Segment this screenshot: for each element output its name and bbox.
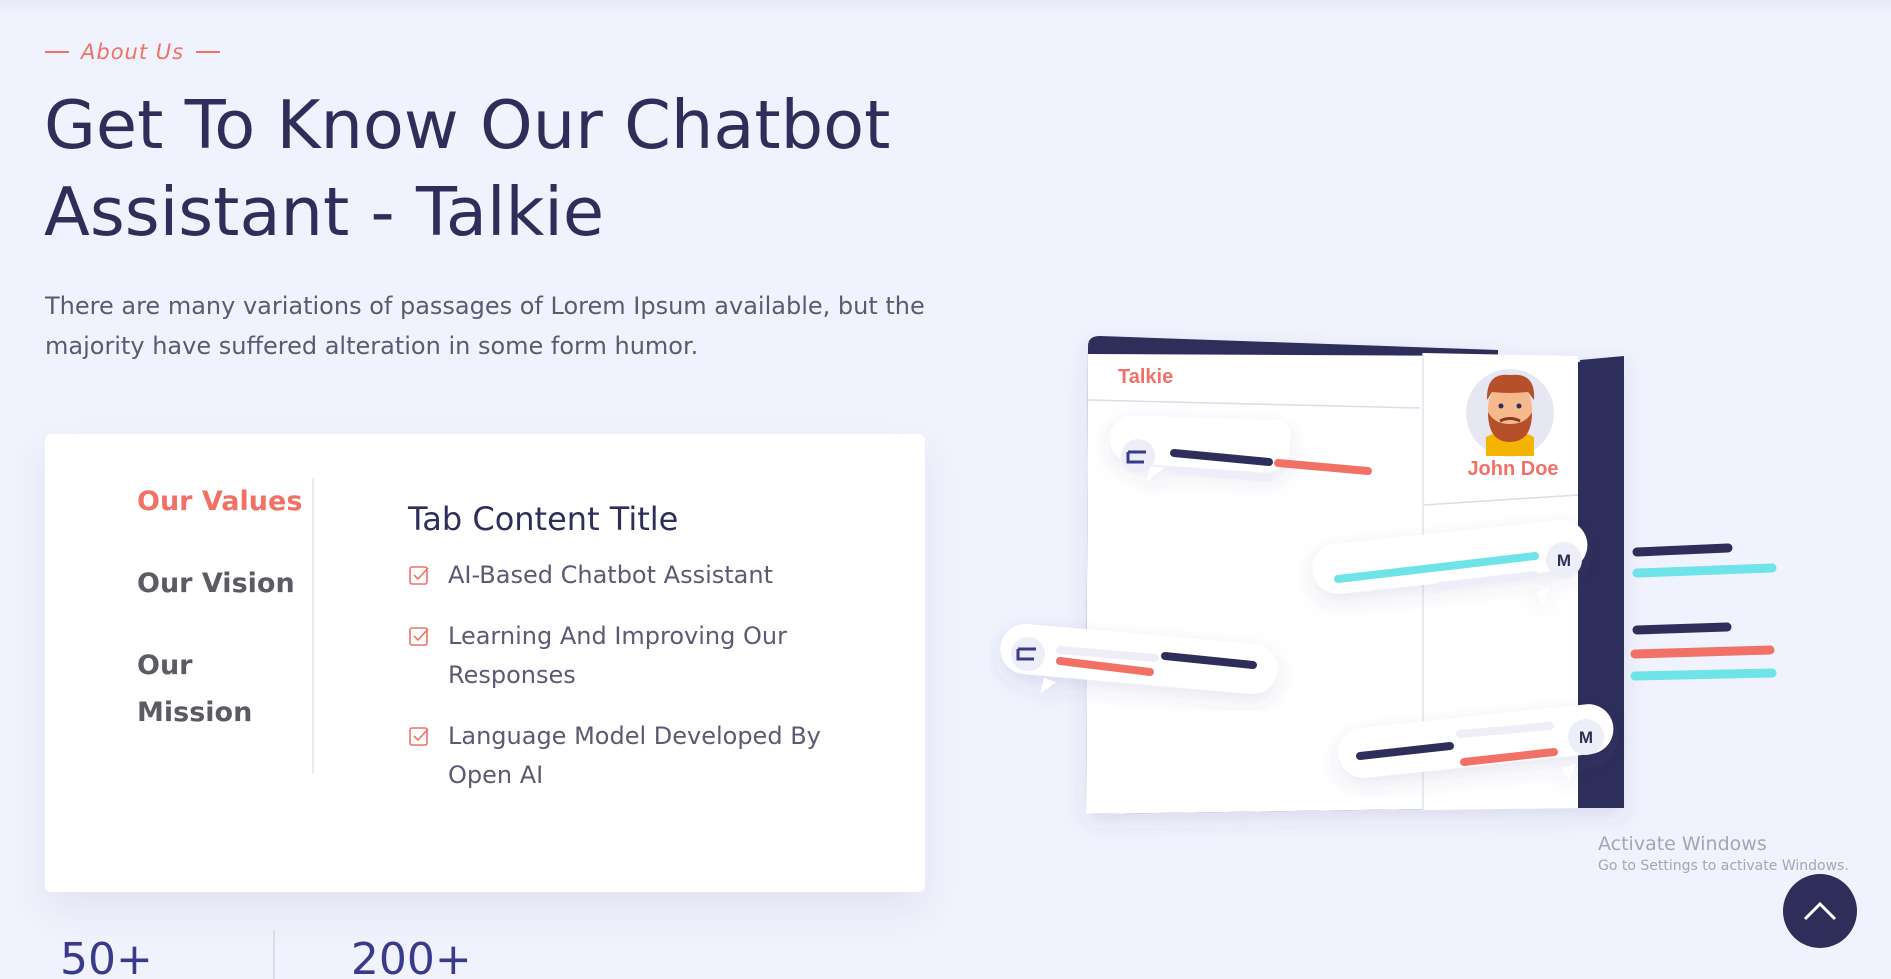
- bot-chat-icon: [1011, 637, 1045, 671]
- tab-divider: [312, 478, 314, 774]
- windows-watermark: Activate Windows Go to Settings to activ…: [1598, 832, 1849, 876]
- tab-our-mission[interactable]: Our Mission: [137, 642, 297, 736]
- checkbox-icon: [409, 566, 429, 585]
- feature-item: Learning And Improving Our Responses: [408, 617, 888, 695]
- stat-divider: [272, 930, 275, 979]
- feature-item: AI-Based Chatbot Assistant: [408, 556, 888, 595]
- hero-description: There are many variations of passages of…: [45, 292, 925, 360]
- tab-our-values[interactable]: Our Values: [137, 478, 302, 525]
- tab-content-title: Tab Content Title: [408, 500, 679, 538]
- eyebrow-label: About Us: [81, 40, 185, 64]
- feature-text: Language Model Developed By Open AI: [448, 722, 821, 789]
- watermark-title: Activate Windows: [1598, 833, 1767, 855]
- stats-row: 50+ 200+: [60, 930, 472, 979]
- section-eyebrow: About Us: [45, 40, 221, 64]
- stat-value: 200+: [350, 934, 472, 979]
- checkbox-icon: [409, 727, 429, 746]
- top-shadow: [0, 0, 1891, 14]
- bot-initial: M: [1579, 728, 1593, 747]
- bot-initial: M: [1557, 551, 1571, 570]
- checkbox-icon: [409, 627, 429, 646]
- tab-card: Our Values Our Vision Our Mission Tab Co…: [45, 434, 925, 892]
- scroll-to-top-button[interactable]: [1783, 874, 1857, 948]
- eyebrow-right-dash: [196, 51, 221, 53]
- feature-item: Language Model Developed By Open AI: [408, 717, 888, 795]
- avatar: [1466, 369, 1554, 457]
- feature-text: Learning And Improving Our Responses: [448, 622, 787, 689]
- chevron-up-icon: [1803, 901, 1837, 921]
- app-name: Talkie: [1118, 366, 1173, 388]
- bot-chat-icon: [1121, 439, 1155, 473]
- page-title: Get To Know Our Chatbot Assistant - Talk…: [44, 86, 891, 251]
- tab-our-vision[interactable]: Our Vision: [137, 560, 295, 607]
- eyebrow-left-dash: [45, 51, 69, 53]
- user-name: John Doe: [1467, 458, 1558, 480]
- stat-value: 50+: [60, 934, 153, 979]
- tab-content: Tab Content Title AI-Based Chatbot Assis…: [408, 500, 888, 817]
- watermark-subtitle: Go to Settings to activate Windows.: [1598, 858, 1849, 874]
- feature-text: AI-Based Chatbot Assistant: [448, 561, 773, 589]
- chatbot-illustration: Talkie John Doe M M: [1000, 336, 1777, 814]
